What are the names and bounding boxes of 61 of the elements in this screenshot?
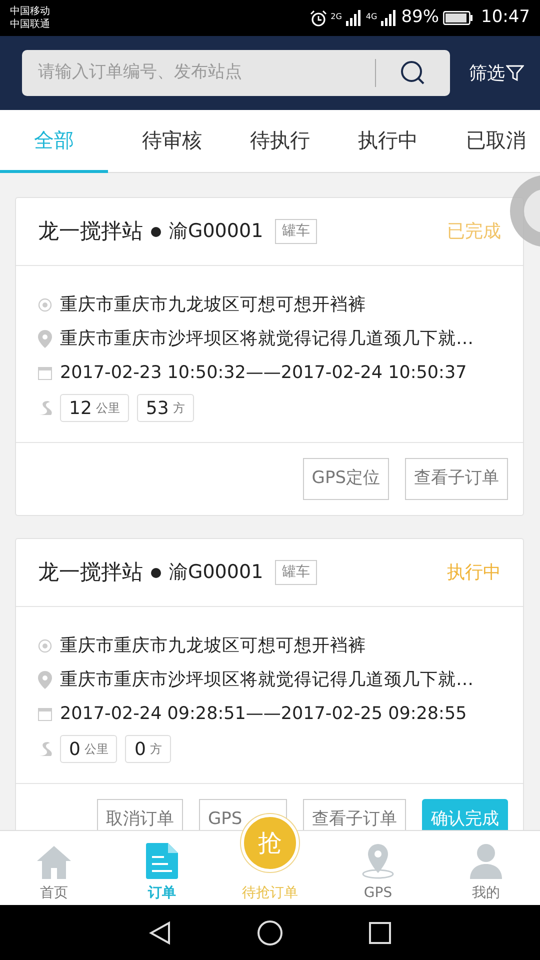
- vehicle-tag: 罐车: [275, 219, 318, 244]
- destination-address: 重庆市重庆市沙坪坝区将就觉得记得几道颈几下就…: [60, 668, 474, 692]
- action-button[interactable]: GPS定位: [302, 458, 389, 500]
- search-field[interactable]: 请输入订单编号、发布站点: [22, 50, 450, 96]
- person-icon: [469, 843, 503, 879]
- home-icon[interactable]: [257, 920, 283, 946]
- time-range: 2017-02-24 09:28:51——2017-02-25 09:28:55: [60, 702, 467, 726]
- action-button[interactable]: 取消订单: [97, 799, 183, 830]
- tab[interactable]: 待审核: [128, 110, 216, 172]
- pin-icon: [38, 330, 52, 348]
- calendar-icon: [38, 366, 52, 380]
- nav-tab[interactable]: 我的: [432, 831, 540, 905]
- vehicle-tag: 罐车: [275, 560, 318, 585]
- alarm-icon: [310, 10, 327, 26]
- action-button[interactable]: 查看子订单: [303, 799, 406, 830]
- action-button[interactable]: 查看子订单: [405, 458, 508, 500]
- pin-icon: [38, 671, 52, 689]
- tab[interactable]: 待执行: [236, 110, 324, 172]
- filter-icon[interactable]: [506, 64, 524, 82]
- location-icon: [361, 843, 395, 879]
- back-icon[interactable]: [149, 920, 171, 944]
- origin-address: 重庆市重庆市九龙坡区可想可想开裆裤: [60, 634, 366, 658]
- time: 10:47: [481, 6, 530, 30]
- network-type: 2G: [330, 11, 342, 24]
- document-icon: [146, 843, 178, 879]
- nav-tab[interactable]: GPS: [324, 831, 432, 905]
- order-status: 已完成: [447, 220, 501, 244]
- dot-icon: [151, 568, 161, 578]
- tab[interactable]: 已取消: [452, 110, 540, 172]
- tab[interactable]: 执行中: [344, 110, 432, 172]
- filter-button[interactable]: 筛选: [469, 60, 524, 86]
- home-icon: [36, 845, 72, 879]
- volume-chip: 0 方: [125, 735, 171, 763]
- signal-icon: [346, 10, 362, 26]
- search-icon[interactable]: [400, 60, 426, 86]
- volume-chip: 53 方: [136, 394, 194, 422]
- nav-tab[interactable]: 订单: [108, 831, 216, 905]
- search-field[interactable]: 请输入订单编号、发布站点: [22, 59, 375, 87]
- station-name: 龙一搅拌站: [38, 558, 143, 586]
- station-name: 龙一搅拌站: [38, 218, 143, 245]
- distance-chip: 0 公里: [60, 735, 118, 763]
- plate-number: 渝G00001: [169, 219, 264, 244]
- network-type: 4G: [366, 11, 378, 24]
- origin-icon: [38, 298, 52, 312]
- battery-icon: [443, 11, 473, 25]
- destination-address: 重庆市重庆市沙坪坝区将就觉得记得几道颈几下就…: [60, 328, 474, 351]
- origin-address: 重庆市重庆市九龙坡区可想可想开裆裤: [60, 294, 366, 317]
- tab[interactable]: 全部: [0, 110, 108, 172]
- time-range: 2017-02-23 10:50:32——2017-02-24 10:50:37: [60, 362, 467, 385]
- origin-icon: [38, 639, 52, 653]
- carrier-name: 中国移动: [10, 5, 50, 18]
- nav-tab[interactable]: 首页: [0, 831, 108, 905]
- calendar-icon: [38, 707, 52, 721]
- distance-chip: 12 公里: [60, 394, 129, 422]
- recents-icon[interactable]: [369, 922, 391, 944]
- plate-number: 渝G00001: [169, 560, 264, 586]
- battery-percent: 89%: [401, 6, 439, 30]
- carrier-name: 中国联通: [10, 18, 50, 31]
- signal-icon: [381, 10, 398, 26]
- dot-icon: [151, 226, 161, 236]
- order-status: 执行中: [447, 561, 501, 585]
